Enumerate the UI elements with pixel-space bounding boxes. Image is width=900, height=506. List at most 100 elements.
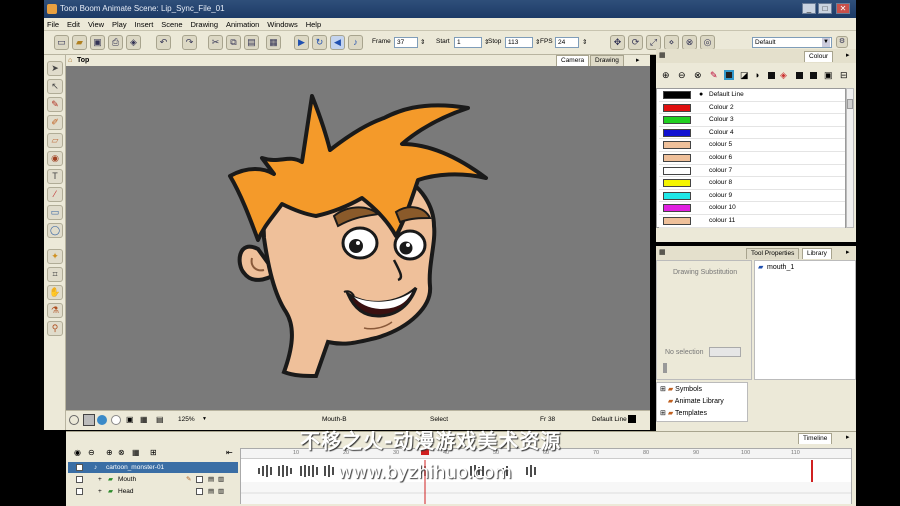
stop-marker[interactable] [811,460,813,482]
scrollbar-thumb[interactable] [847,99,853,109]
edit-colour-icon[interactable]: ⊗ [694,70,702,81]
tab-colour[interactable]: Colour [804,51,834,62]
colour-panel-menu-icon[interactable]: ▸ [846,51,850,59]
fps-field[interactable]: 24 [555,37,579,48]
lock-icon[interactable]: ⊖ [88,448,95,457]
layer-row[interactable]: + ▰ Mouth ✎ ▤ ▥ [68,474,238,485]
menu-windows[interactable]: Windows [264,18,300,31]
tab-drawing[interactable]: Drawing [590,55,624,66]
undo-icon[interactable]: ↶ [156,35,171,50]
skew-icon[interactable]: ⋄ [664,35,679,50]
frame-spinner-icon[interactable]: ⇕ [420,38,425,46]
add-colour-icon[interactable]: ⊕ [662,70,670,81]
add-layer-icon[interactable]: ⊕ [106,448,113,457]
paste-icon[interactable]: ▤ [244,35,259,50]
colour-row[interactable]: Colour 4 [659,126,845,140]
layer-row[interactable]: + ▰ Head ▤ ▥ [68,486,238,497]
colour-row[interactable]: colour 11 [659,215,845,228]
layer-visible-checkbox[interactable] [76,476,83,483]
texture-mode-icon[interactable] [810,72,817,79]
zoom-tool-icon[interactable]: ⚲ [47,321,63,336]
print-icon[interactable]: ⎙ [108,35,123,50]
line-colour-icon[interactable] [724,70,734,80]
contour-editor-icon[interactable]: ↖ [47,79,63,94]
colour-row[interactable]: colour 8 [659,177,845,190]
layer-properties-icon[interactable]: ▦ [132,448,140,457]
maximize-button[interactable]: □ [818,3,832,14]
layer-pencil-icon[interactable]: ✎ [186,474,191,485]
tab-library[interactable]: Library [802,248,832,259]
expand-icon[interactable]: ⊞ [660,386,666,393]
redo-icon[interactable]: ↷ [182,35,197,50]
palette-icon[interactable]: ◈ [780,70,787,81]
layer-delete-icon[interactable]: ▥ [218,474,224,485]
panel-grip-icon[interactable]: ▦ [659,51,666,59]
text-tool-icon[interactable]: T [47,169,63,184]
remove-colour-icon[interactable]: ⊖ [678,70,686,81]
select-tool-icon[interactable]: ➤ [47,61,63,76]
panel-menu-icon[interactable]: ▸ [636,55,640,66]
frame-field[interactable]: 37 [394,37,418,48]
palette-lock-icon[interactable]: ⊟ [840,70,848,81]
menu-drawing[interactable]: Drawing [188,18,222,31]
open-folder-icon[interactable]: ▰ [72,35,87,50]
menu-file[interactable]: File [44,18,62,31]
tab-tool-properties[interactable]: Tool Properties [746,248,800,259]
line-tool-icon[interactable]: ⁄ [47,187,63,202]
sound-icon[interactable]: ◀ [330,35,345,50]
render-view-icon[interactable] [97,415,107,425]
ellipse-tool-icon[interactable]: ◯ [47,223,63,238]
layer-colour-icon[interactable]: ▤ [208,474,214,485]
expand-layer-icon[interactable]: + [98,486,102,497]
colour-row[interactable]: ● Default Line [659,89,845,102]
panel-grip-icon[interactable]: ▦ [659,248,666,256]
colour-row[interactable]: colour 5 [659,139,845,152]
zoom-out-icon[interactable] [69,415,79,425]
colour-row[interactable]: colour 6 [659,152,845,165]
rectangle-tool-icon[interactable]: ▭ [47,205,63,220]
colour-row[interactable]: colour 7 [659,164,845,178]
frame-icon[interactable]: ▣ [126,415,134,424]
expand-layer-icon[interactable]: + [98,474,102,485]
tree-item-templates[interactable]: ⊞ ▰ Templates [660,409,707,417]
workspace-options-icon[interactable]: ⚙ [836,36,848,48]
dropper-tool-icon[interactable]: ⚗ [47,303,63,318]
colour-row[interactable]: Colour 3 [659,114,845,127]
colour-row[interactable]: colour 10 [659,202,845,215]
menu-insert[interactable]: Insert [132,18,157,31]
start-field[interactable]: 1 [454,37,482,48]
move-icon[interactable]: ✥ [610,35,625,50]
new-scene-icon[interactable]: ▭ [54,35,69,50]
library-panel-menu-icon[interactable]: ▸ [846,248,850,256]
cut-icon[interactable]: ✂ [208,35,223,50]
swatch-mode-icon[interactable] [768,72,775,79]
menu-play[interactable]: Play [109,18,130,31]
colour-row[interactable]: colour 9 [659,189,845,203]
rotate-icon[interactable]: ⟳ [628,35,643,50]
menu-animation[interactable]: Animation [223,18,262,31]
add-drawing-icon[interactable]: ⊞ [150,448,157,457]
substitution-slider[interactable] [663,363,667,373]
layer-visible-checkbox[interactable] [76,464,83,471]
pencil-tool-icon[interactable]: ✐ [47,115,63,130]
tab-timeline[interactable]: Timeline [798,433,833,444]
tree-item-symbols[interactable]: ⊞ ▰ Symbols [660,385,702,393]
brush-tool-icon[interactable]: ✎ [47,97,63,112]
list-mode-icon[interactable] [796,72,803,79]
sound-scrub-icon[interactable]: ♪ [348,35,363,50]
menu-edit[interactable]: Edit [64,18,83,31]
fps-spinner-icon[interactable]: ⇕ [582,38,587,46]
grid-icon[interactable]: ▦ [140,415,148,424]
layer-colour-icon[interactable]: ▤ [208,486,214,497]
layer-row-selected[interactable]: ♪ cartoon_monster-01 [68,462,238,473]
play-icon[interactable]: ▶ [294,35,309,50]
reset-icon[interactable]: ⊗ [682,35,697,50]
menu-view[interactable]: View [85,18,107,31]
expand-icon[interactable]: ⊞ [660,410,666,417]
substitution-field[interactable] [709,347,741,357]
library-item[interactable]: mouth_1 [767,264,794,271]
timeline-menu-icon[interactable]: ▸ [846,433,850,441]
layer-delete-icon[interactable]: ▥ [218,486,224,497]
safe-area-icon[interactable]: ▤ [156,415,164,424]
scale-icon[interactable]: ⤢ [646,35,661,50]
